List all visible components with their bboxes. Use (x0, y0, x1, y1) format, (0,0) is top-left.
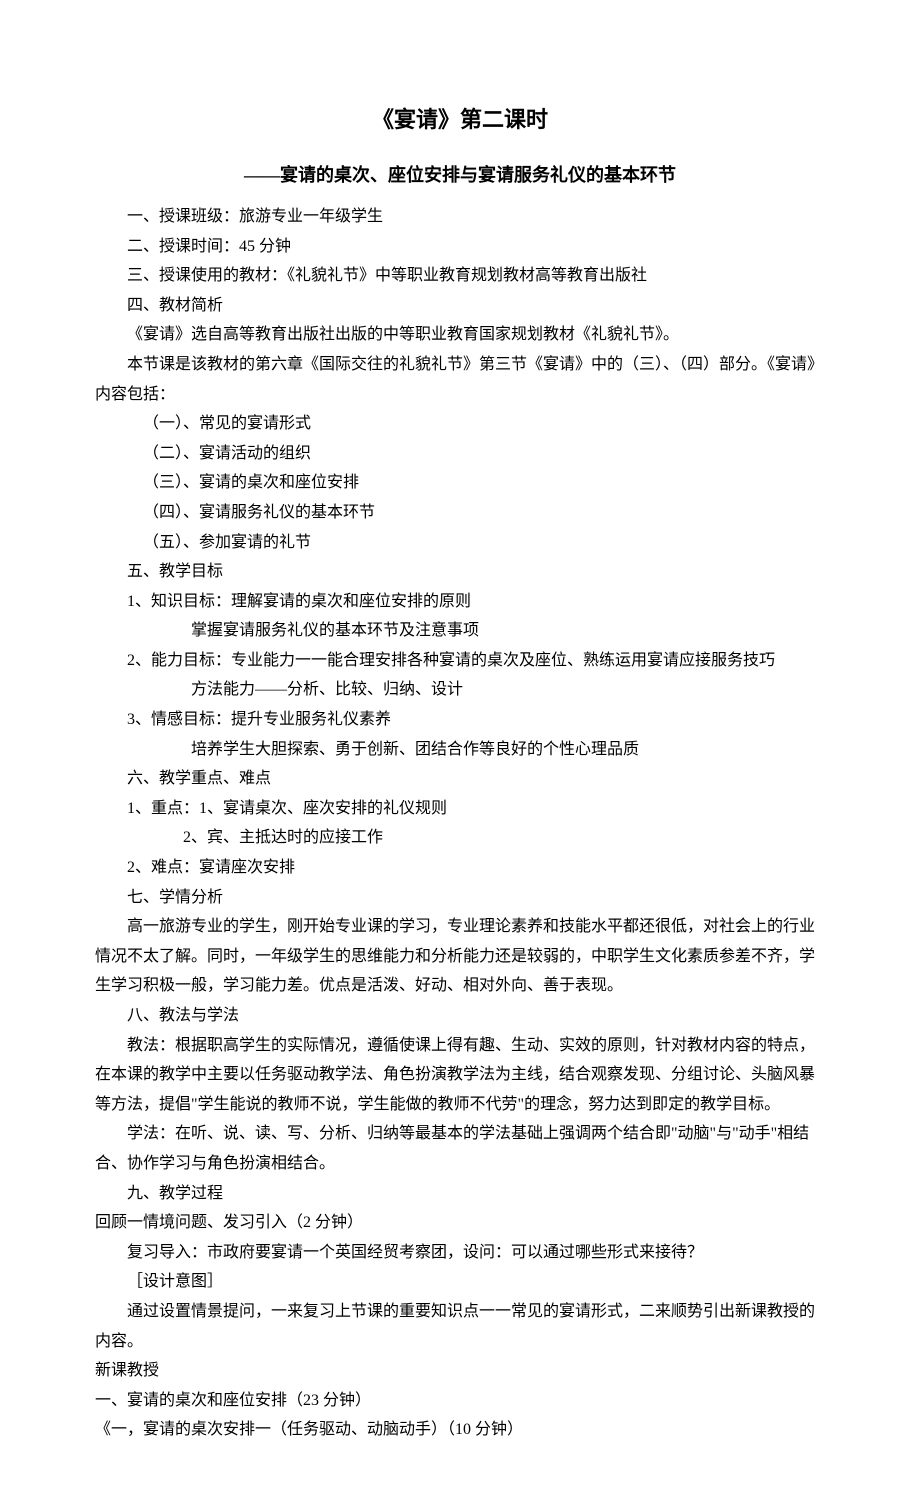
page-subtitle: ——宴请的桌次、座位安排与宴请服务礼仪的基本环节 (95, 159, 825, 192)
body-text: 3、情感目标：提升专业服务礼仪素养 (95, 705, 825, 735)
body-text: 掌握宴请服务礼仪的基本环节及注意事项 (95, 616, 825, 646)
body-text: 四、教材简析 (95, 291, 825, 321)
body-text: 九、教学过程 (95, 1179, 825, 1209)
body-text: 本节课是该教材的第六章《国际交往的礼貌礼节》第三节《宴请》中的（三）、（四）部分… (95, 350, 825, 409)
body-text: 教法：根据职高学生的实际情况，遵循使课上得有趣、生动、实效的原则，针对教材内容的… (95, 1031, 825, 1120)
body-text: 高一旅游专业的学生，刚开始专业课的学习，专业理论素养和技能水平都还很低，对社会上… (95, 912, 825, 1001)
body-text: （二）、宴请活动的组织 (95, 439, 825, 469)
body-text: 二、授课时间：45 分钟 (95, 232, 825, 262)
body-text: 通过设置情景提问，一来复习上节课的重要知识点一一常见的宴请形式，二来顺势引出新课… (95, 1297, 825, 1356)
body-text: 2、难点：宴请座次安排 (95, 853, 825, 883)
body-text: ［设计意图］ (95, 1267, 825, 1297)
body-text: 五、教学目标 (95, 557, 825, 587)
body-text: 一、宴请的桌次和座位安排（23 分钟） (95, 1386, 825, 1416)
body-text: 一、授课班级：旅游专业一年级学生 (95, 202, 825, 232)
body-text: 三、授课使用的教材：《礼貌礼节》中等职业教育规划教材高等教育出版社 (95, 261, 825, 291)
body-text: 2、宾、主抵达时的应接工作 (95, 823, 825, 853)
body-text: 学法：在听、说、读、写、分析、归纳等最基本的学法基础上强调两个结合即"动脑"与"… (95, 1119, 825, 1178)
body-text: （五）、参加宴请的礼节 (95, 528, 825, 558)
body-text: （四）、宴请服务礼仪的基本环节 (95, 498, 825, 528)
page-title: 《宴请》第二课时 (95, 100, 825, 141)
body-text: （一）、常见的宴请形式 (95, 409, 825, 439)
body-text: （三）、宴请的桌次和座位安排 (95, 468, 825, 498)
body-text: 《一，宴请的桌次安排一（任务驱动、动脑动手）（10 分钟） (95, 1415, 825, 1445)
body-text: 新课教授 (95, 1356, 825, 1386)
body-text: 2、能力目标：专业能力一一能合理安排各种宴请的桌次及座位、熟练运用宴请应接服务技… (95, 646, 825, 676)
body-text: 《宴请》选自高等教育出版社出版的中等职业教育国家规划教材《礼貌礼节》。 (95, 320, 825, 350)
body-text: 八、教法与学法 (95, 1001, 825, 1031)
body-text: 培养学生大胆探索、勇于创新、团结合作等良好的个性心理品质 (95, 735, 825, 765)
body-text: 复习导入：市政府要宴请一个英国经贸考察团，设问：可以通过哪些形式来接待？ (95, 1238, 825, 1268)
body-text: 1、知识目标：理解宴请的桌次和座位安排的原则 (95, 587, 825, 617)
body-text: 方法能力——分析、比较、归纳、设计 (95, 675, 825, 705)
body-text: 七、学情分析 (95, 883, 825, 913)
body-text: 回顾一情境问题、发习引入（2 分钟） (95, 1208, 825, 1238)
body-text: 1、重点：1、宴请桌次、座次安排的礼仪规则 (95, 794, 825, 824)
body-text: 六、教学重点、难点 (95, 764, 825, 794)
